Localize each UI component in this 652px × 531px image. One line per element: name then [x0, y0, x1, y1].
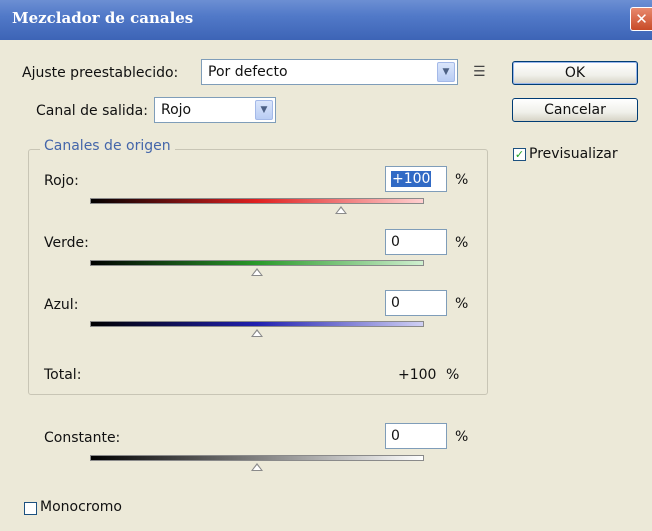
- title-bar[interactable]: Mezclador de canales ✕: [0, 0, 652, 40]
- close-button[interactable]: ✕: [630, 7, 652, 31]
- blue-label: Azul:: [44, 297, 79, 313]
- red-value: +100: [391, 171, 432, 187]
- green-unit: %: [455, 235, 469, 251]
- preview-checkbox[interactable]: ✓: [513, 148, 526, 161]
- window-title: Mezclador de canales: [12, 9, 194, 27]
- green-value-input[interactable]: 0: [385, 229, 447, 255]
- preset-select[interactable]: Por defecto ▼: [201, 59, 458, 85]
- constant-unit: %: [455, 429, 469, 445]
- red-slider-track[interactable]: [90, 198, 424, 204]
- blue-value: 0: [391, 295, 400, 311]
- source-channels-legend: Canales de origen: [40, 138, 175, 154]
- green-value: 0: [391, 234, 400, 250]
- output-channel-label: Canal de salida:: [36, 103, 148, 119]
- blue-value-input[interactable]: 0: [385, 290, 447, 316]
- green-label: Verde:: [44, 235, 89, 251]
- blue-unit: %: [455, 296, 469, 312]
- monochrome-checkbox[interactable]: [24, 502, 37, 515]
- green-slider-track[interactable]: [90, 260, 424, 266]
- red-slider-handle[interactable]: [334, 206, 347, 214]
- monochrome-label: Monocromo: [40, 499, 122, 515]
- cancel-button[interactable]: Cancelar: [512, 98, 638, 122]
- total-label: Total:: [44, 367, 82, 383]
- constant-slider-track[interactable]: [90, 455, 424, 461]
- output-channel-select[interactable]: Rojo ▼: [154, 97, 276, 123]
- preset-label: Ajuste preestablecido:: [22, 65, 179, 81]
- chevron-down-icon: ▼: [437, 62, 455, 82]
- constant-value-input[interactable]: 0: [385, 423, 447, 449]
- blue-slider-handle[interactable]: [251, 329, 263, 337]
- red-label: Rojo:: [44, 173, 79, 189]
- total-unit: %: [446, 367, 460, 383]
- close-icon: ✕: [635, 9, 648, 28]
- red-value-input[interactable]: +100: [385, 166, 447, 192]
- preset-options-menu-icon[interactable]: ☰: [473, 64, 486, 80]
- blue-slider-track[interactable]: [90, 321, 424, 327]
- constant-slider-handle[interactable]: [251, 463, 263, 471]
- output-channel-value: Rojo: [161, 102, 192, 118]
- chevron-down-icon: ▼: [255, 100, 273, 120]
- checkmark-icon: ✓: [514, 148, 525, 161]
- total-value: +100: [398, 367, 437, 383]
- ok-button[interactable]: OK: [512, 61, 638, 85]
- preset-value: Por defecto: [208, 64, 288, 80]
- green-slider-handle[interactable]: [251, 268, 263, 276]
- constant-value: 0: [391, 428, 400, 444]
- channel-mixer-dialog: Mezclador de canales ✕ Ajuste preestable…: [0, 0, 652, 531]
- preview-label: Previsualizar: [529, 146, 618, 162]
- constant-label: Constante:: [44, 430, 121, 446]
- red-unit: %: [455, 172, 469, 188]
